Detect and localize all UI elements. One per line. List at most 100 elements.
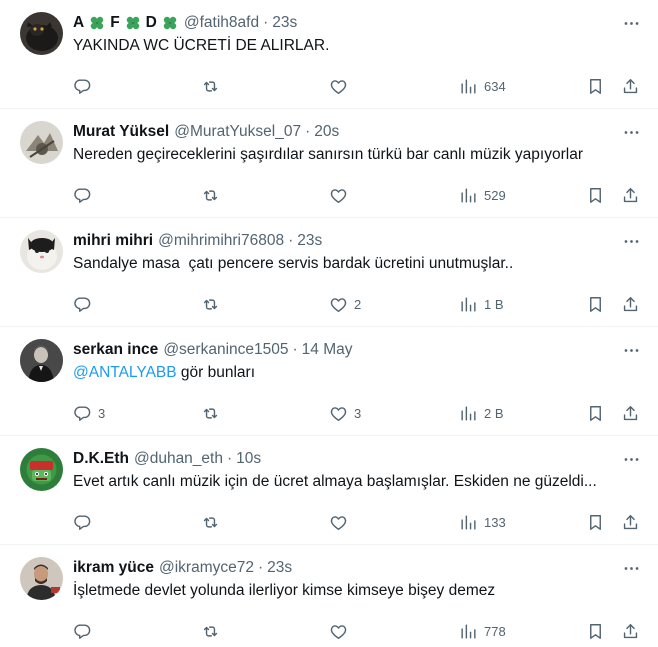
timestamp[interactable]: 23s [297,232,322,250]
retweet-icon [201,622,220,641]
share-button[interactable] [621,620,640,642]
timestamp[interactable]: 20s [314,123,339,141]
user-handle[interactable]: @serkanince1505 [163,341,288,359]
retweet-button[interactable] [201,75,220,97]
views-button[interactable]: 2 B [459,402,504,424]
tweet-text: Nereden geçireceklerini şaşırdılar sanır… [73,146,583,163]
like-button[interactable] [329,620,354,642]
avatar[interactable] [20,230,63,273]
reply-icon [73,77,92,96]
retweet-button[interactable] [201,511,220,533]
display-name[interactable]: A [73,14,84,32]
share-button[interactable] [621,402,640,424]
more-icon[interactable] [620,230,642,252]
tweet-text-body: gör bunları [176,364,256,381]
display-name[interactable]: mihri mihri [73,232,153,250]
tweet[interactable]: Murat Yüksel @MuratYuksel_07 · 20s Nered… [0,109,658,218]
heart-icon [329,77,348,96]
heart-icon [329,295,348,314]
reply-button[interactable] [73,293,98,315]
like-button[interactable] [329,184,354,206]
retweet-button[interactable] [201,293,220,315]
like-button[interactable]: 3 [329,402,361,424]
views-button[interactable]: 778 [459,620,506,642]
more-icon[interactable] [620,12,642,34]
tweet-actions: 529 [73,184,642,206]
more-icon[interactable] [620,121,642,143]
tweet[interactable]: D.K.Eth @duhan_eth · 10s Evet artık canl… [0,436,658,545]
user-handle[interactable]: @duhan_eth [134,450,223,468]
like-button[interactable] [329,75,354,97]
views-icon [459,295,478,314]
share-button[interactable] [621,75,640,97]
view-count: 634 [484,78,506,94]
display-name[interactable]: serkan ince [73,341,158,359]
tweet-header: serkan ince @serkanince1505 · 14 May [73,339,642,361]
tweet-text: Sandalye masa çatı pencere servis bardak… [73,255,514,272]
bookmark-button[interactable] [586,620,605,642]
reply-button[interactable]: 3 [73,402,105,424]
timestamp[interactable]: 23s [272,14,297,32]
user-handle[interactable]: @MuratYuksel_07 [174,123,301,141]
tweet[interactable]: A F D @fatih8afd · 23s YAKINDA WC ÜCRETİ… [0,0,658,109]
views-button[interactable]: 133 [459,511,506,533]
tweet-text: İşletmede devlet yolunda ilerliyor kimse… [73,582,496,599]
user-handle[interactable]: @fatih8afd [184,14,259,32]
share-button[interactable] [621,184,640,206]
views-button[interactable]: 1 B [459,293,504,315]
timestamp[interactable]: 14 May [302,341,353,359]
views-button[interactable]: 529 [459,184,506,206]
bookmark-button[interactable] [586,75,605,97]
user-handle[interactable]: @mihrimihri76808 [158,232,284,250]
display-name[interactable]: D.K.Eth [73,450,129,468]
reply-button[interactable] [73,620,98,642]
avatar[interactable] [20,121,63,164]
display-name[interactable]: D [146,14,157,32]
tweet[interactable]: mihri mihri @mihrimihri76808 · 23s Sanda… [0,218,658,327]
share-button[interactable] [621,293,640,315]
bookmark-button[interactable] [586,511,605,533]
like-button[interactable]: 2 [329,293,361,315]
avatar[interactable] [20,557,63,600]
tweet-actions: 2 1 B [73,293,642,315]
avatar[interactable] [20,12,63,55]
bookmark-icon [586,404,605,423]
tweet-feed: A F D @fatih8afd · 23s YAKINDA WC ÜCRETİ… [0,0,658,647]
retweet-button[interactable] [201,620,220,642]
views-button[interactable]: 634 [459,75,506,97]
avatar[interactable] [20,448,63,491]
share-button[interactable] [621,511,640,533]
share-icon [621,622,640,641]
timestamp[interactable]: 23s [267,559,292,577]
mention-link[interactable]: @ANTALYABB [73,364,177,381]
like-button[interactable] [329,511,354,533]
bookmark-button[interactable] [586,184,605,206]
display-name[interactable]: F [110,14,119,32]
view-count: 2 B [484,405,504,421]
tweet-actions: 3 3 2 B [73,402,642,424]
views-icon [459,622,478,641]
retweet-icon [201,295,220,314]
tweet-header: ikram yüce @ikramyce72 · 23s [73,557,642,579]
retweet-button[interactable] [201,184,220,206]
bookmark-button[interactable] [586,293,605,315]
tweet[interactable]: serkan ince @serkanince1505 · 14 May @AN… [0,327,658,436]
reply-count: 3 [98,405,106,421]
reply-button[interactable] [73,75,98,97]
tweet[interactable]: ikram yüce @ikramyce72 · 23s İşletmede d… [0,545,658,647]
more-icon[interactable] [620,448,642,470]
more-icon[interactable] [620,557,642,579]
display-name[interactable]: ikram yüce [73,559,154,577]
more-icon[interactable] [620,339,642,361]
separator-dot: · [257,559,264,576]
retweet-icon [201,513,220,532]
avatar[interactable] [20,339,63,382]
timestamp[interactable]: 10s [236,450,261,468]
reply-button[interactable] [73,184,98,206]
retweet-button[interactable] [201,402,220,424]
user-handle[interactable]: @ikramyce72 [159,559,254,577]
bookmark-button[interactable] [586,402,605,424]
reply-button[interactable] [73,511,98,533]
display-name[interactable]: Murat Yüksel [73,123,169,141]
separator-dot: · [305,123,311,140]
